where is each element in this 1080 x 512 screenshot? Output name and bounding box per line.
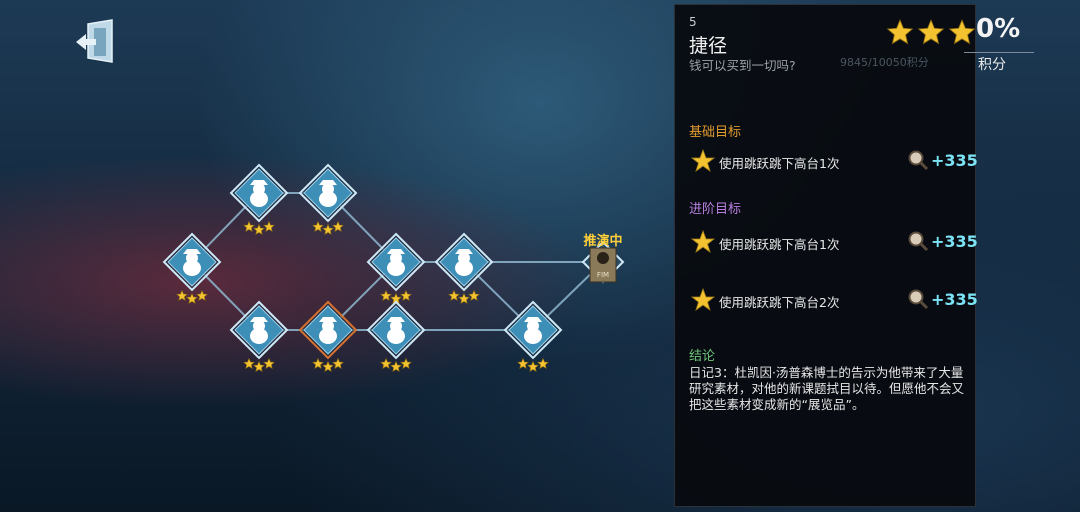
- star-icon: [948, 18, 976, 45]
- star-icon: [468, 289, 480, 302]
- character-badge: FIM: [597, 271, 609, 279]
- star-icon: [390, 360, 402, 373]
- goal-text: 使用跳跃跳下高台1次: [719, 156, 840, 171]
- star-icon: [176, 289, 188, 302]
- conclusion-text: 日记3：杜凯因·汤普森博士的告示为他带来了大量研究素材，对他的新课题拭目以待。但…: [689, 365, 965, 412]
- star-icon: [691, 149, 715, 173]
- advanced-goal-item: 使用跳跃跳下高台1次 +335: [689, 229, 978, 255]
- goal-reward: +335: [931, 151, 978, 170]
- star-icon: [400, 357, 412, 370]
- star-icon: [322, 360, 334, 373]
- star-icon: [537, 357, 549, 370]
- stage-title: 捷径: [689, 35, 728, 57]
- goal-text: 使用跳跃跳下高台1次: [719, 237, 840, 252]
- star-icon: [691, 288, 715, 312]
- star-icon: [917, 18, 945, 45]
- star-icon: [253, 223, 265, 236]
- star-icon: [380, 357, 392, 370]
- advanced-goals-heading: 进阶目标: [689, 202, 742, 217]
- magnifier-icon: [908, 289, 929, 310]
- conclusion-heading: 结论: [689, 349, 716, 364]
- star-icon: [196, 289, 208, 302]
- basic-goal-item: 使用跳跃跳下高台1次 +335: [689, 148, 978, 174]
- stage-node[interactable]: [503, 300, 563, 373]
- stage-node[interactable]: [229, 163, 289, 236]
- star-icon: [380, 289, 392, 302]
- star-icon: [263, 357, 275, 370]
- star-icon: [691, 230, 715, 254]
- star-icon: [458, 292, 470, 305]
- advanced-goal-item: 使用跳跃跳下高台2次 +335: [689, 287, 978, 313]
- magnifier-icon: [908, 150, 929, 171]
- points-progress: 9845/10050积分: [840, 56, 929, 69]
- character-head: [597, 252, 609, 264]
- star-icon: [322, 223, 334, 236]
- star-icon: [527, 360, 539, 373]
- stage-subtitle: 钱可以买到一切吗?: [689, 58, 796, 73]
- stage-detail-panel: 5 捷径 钱可以买到一切吗? 基础目标 使用跳跃跳下高台1次 +335 进阶目标…: [674, 4, 978, 507]
- star-icon: [312, 357, 324, 370]
- completion-percent: 0%: [976, 14, 1021, 44]
- current-stage-label: 推演中: [583, 233, 622, 249]
- rating-stars: [886, 18, 976, 45]
- star-icon: [243, 220, 255, 233]
- magnifier-icon: [908, 231, 929, 252]
- basic-goals-heading: 基础目标: [689, 125, 742, 140]
- stage-node[interactable]: [162, 232, 222, 305]
- star-icon: [448, 289, 460, 302]
- star-icon: [332, 357, 344, 370]
- stage-number: 5: [689, 15, 697, 29]
- stage-node[interactable]: [434, 232, 494, 305]
- star-icon: [886, 18, 914, 45]
- star-icon: [400, 289, 412, 302]
- stage-node[interactable]: [366, 232, 426, 305]
- goal-reward: +335: [931, 232, 978, 251]
- stage-node[interactable]: [366, 300, 426, 373]
- divider: [964, 52, 1034, 53]
- stage-node[interactable]: [229, 300, 289, 373]
- points-label: 积分: [978, 57, 1006, 73]
- star-icon: [243, 357, 255, 370]
- goal-reward: +335: [931, 290, 978, 309]
- star-icon: [186, 292, 198, 305]
- star-icon: [263, 220, 275, 233]
- star-icon: [312, 220, 324, 233]
- star-icon: [517, 357, 529, 370]
- stage-node[interactable]: [298, 300, 358, 373]
- star-icon: [253, 360, 265, 373]
- stage-map: FIM 推演中: [162, 163, 625, 373]
- stage-node[interactable]: [298, 163, 358, 236]
- goal-text: 使用跳跃跳下高台2次: [719, 295, 840, 310]
- star-icon: [332, 220, 344, 233]
